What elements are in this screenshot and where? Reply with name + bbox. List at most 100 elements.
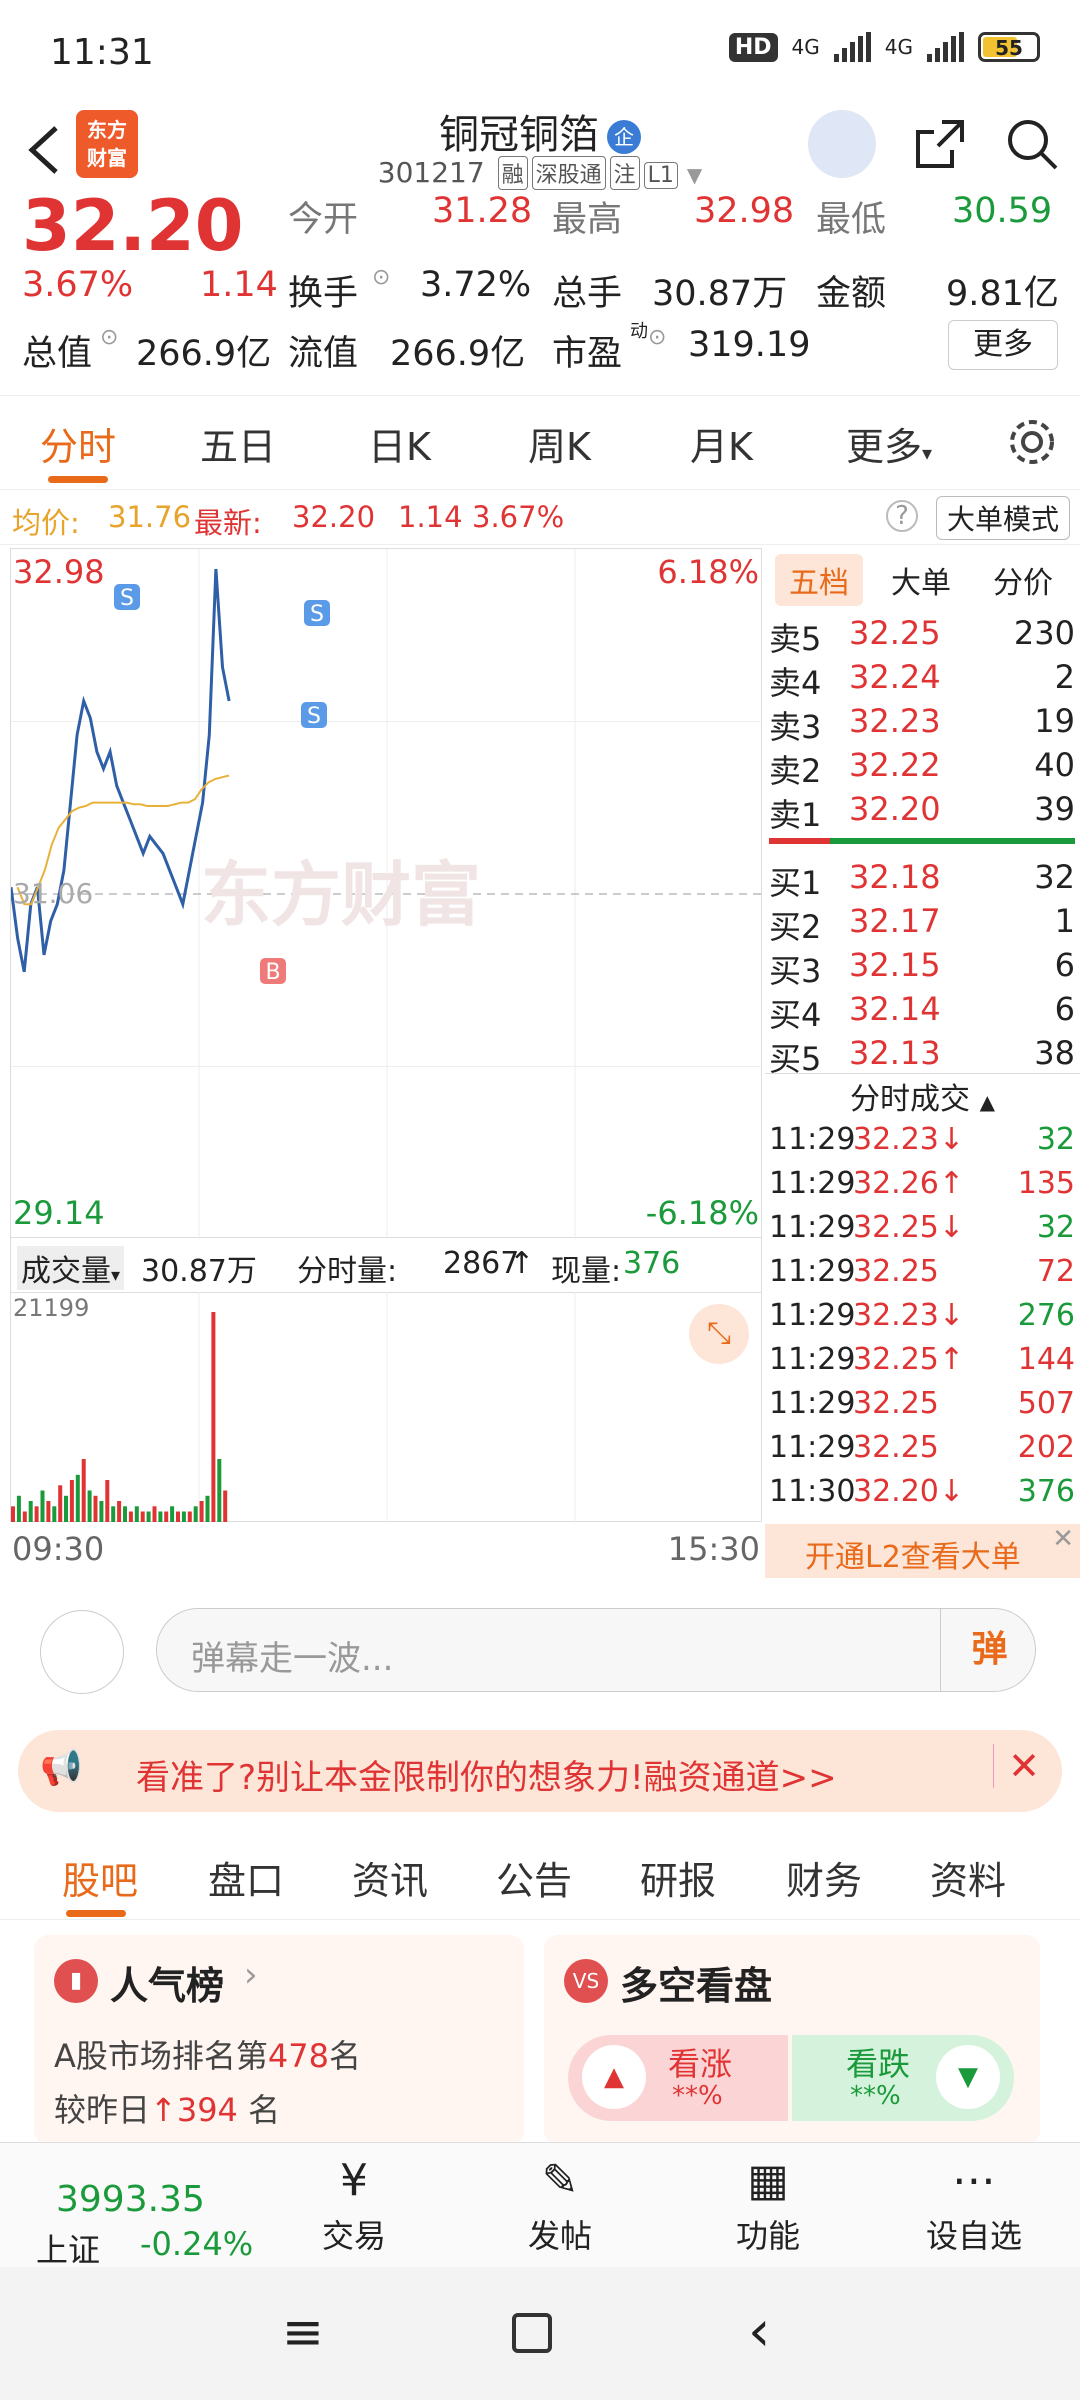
tab-monthly-k[interactable]: 月K <box>690 416 753 471</box>
settings-gear-icon[interactable] <box>1006 416 1058 468</box>
volume-bar <box>164 1511 169 1522</box>
tab-price-dist[interactable]: 分价 <box>993 558 1053 602</box>
tab-orderbook[interactable]: 盘口 <box>208 1850 284 1905</box>
ask-volume: 19 <box>1034 702 1075 740</box>
time-start: 09:30 <box>12 1530 105 1568</box>
expand-icon[interactable]: ⤡ <box>689 1304 749 1364</box>
danmu-list-icon[interactable] <box>40 1610 124 1694</box>
ticks-title[interactable]: 分时成交 ▲ <box>765 1073 1080 1123</box>
volume-bar <box>105 1480 110 1522</box>
tab-finance[interactable]: 财务 <box>786 1850 862 1905</box>
tick-price: 32.25 <box>853 1254 939 1289</box>
bid-price: 32.18 <box>849 858 941 896</box>
bull-button[interactable]: ▲ 看涨 **% <box>568 2035 788 2121</box>
tab-research[interactable]: 研报 <box>640 1850 716 1905</box>
home-icon[interactable] <box>512 2313 552 2353</box>
latest-percent: 3.67% <box>472 500 565 534</box>
intraday-chart[interactable]: S S S B 32.98 29.14 6.18% -6.18% 31.06 东方财富 <box>9 548 763 1239</box>
big-order-mode-button[interactable]: 大单模式 <box>935 496 1070 540</box>
bid-row: 买3 32.15 6 <box>769 946 1075 990</box>
tab-profile[interactable]: 资料 <box>930 1850 1006 1905</box>
tab-five-day[interactable]: 五日 <box>200 416 276 471</box>
signal-icon-2 <box>927 32 964 62</box>
tick-price: 32.23↓ <box>853 1298 965 1333</box>
back-nav-icon[interactable]: ‹ <box>748 2299 770 2364</box>
tab-big-orders[interactable]: 大单 <box>891 558 951 602</box>
high-label: 最高 <box>552 200 623 240</box>
yen-icon: ¥ <box>340 2155 368 2206</box>
ask-level: 卖5 <box>769 620 822 658</box>
axis-max-price: 32.98 <box>13 553 105 591</box>
volume-bar <box>181 1511 186 1522</box>
tab-daily-k[interactable]: 日K <box>368 416 431 471</box>
prev-close-label: 31.06 <box>13 877 94 910</box>
close-icon[interactable]: ✕ <box>1052 1524 1074 1554</box>
status-bar: 11:31 HD 4G 4G 55 <box>0 0 1080 100</box>
nav-trade[interactable]: ¥ 交易 <box>284 2155 424 2257</box>
volume-chart[interactable]: 21199 ⤡ <box>10 1292 762 1523</box>
mcap-label: 总值 <box>22 334 93 374</box>
tab-news[interactable]: 资讯 <box>352 1850 428 1905</box>
axis-min-pct: -6.18% <box>645 1194 759 1232</box>
tab-announcements[interactable]: 公告 <box>496 1850 572 1905</box>
more-icon: ⋯ <box>952 2155 996 2206</box>
tab-five-levels[interactable]: 五档 <box>775 554 863 606</box>
arrow-up-icon: ▲ <box>582 2045 646 2109</box>
assistant-avatar[interactable] <box>808 110 876 178</box>
ask-price: 32.24 <box>849 658 941 696</box>
tab-more[interactable]: 更多▾ <box>846 416 932 471</box>
volume-bar <box>11 1506 15 1523</box>
chevron-right-icon: › <box>244 1955 258 1995</box>
ask-row: 卖3 32.23 19 <box>769 702 1075 746</box>
help-icon[interactable]: ? <box>886 500 918 532</box>
network-label-2: 4G <box>884 35 913 59</box>
more-quote-button[interactable]: 更多 <box>948 320 1058 370</box>
volume-bar <box>140 1511 145 1522</box>
rank-line-1: A股市场排名第478名 <box>54 2037 361 2075</box>
index-value[interactable]: 3993.35 <box>56 2179 205 2220</box>
bid-level: 买3 <box>769 952 822 990</box>
tag-registered: 注 <box>609 156 640 190</box>
tick-price: 32.25 <box>853 1430 939 1465</box>
bid-volume: 38 <box>1034 1034 1075 1072</box>
chevron-down-icon: ▼ <box>686 163 703 187</box>
nav-post[interactable]: ✎ 发帖 <box>490 2155 630 2257</box>
pe-value: 319.19 <box>688 325 811 365</box>
tick-time: 11:30 <box>769 1474 856 1509</box>
tab-intraday[interactable]: 分时 <box>40 416 116 471</box>
info-icon: ⊙ <box>648 325 667 350</box>
tick-row: 11:30 32.20↓ 376 <box>769 1474 1075 1518</box>
search-icon[interactable] <box>1004 116 1060 172</box>
volume-bar <box>146 1511 151 1522</box>
tab-weekly-k[interactable]: 周K <box>528 416 591 471</box>
tick-price: 32.25↑ <box>853 1342 965 1377</box>
intraday-info-line: 均价: 31.76 最新: 32.20 1.14 3.67% ? 大单模式 <box>0 490 1080 545</box>
nav-add-watchlist[interactable]: ⋯ 设自选 <box>904 2155 1044 2257</box>
bear-button[interactable]: 看跌 **% ▼ <box>792 2035 1014 2121</box>
tick-row: 11:29 32.26↑ 135 <box>769 1166 1075 1210</box>
rank-line-2: 较昨日↑394 名 <box>54 2091 281 2129</box>
volume-type-select[interactable]: 成交量▾ <box>17 1246 125 1290</box>
danmu-input[interactable]: 弹幕走一波... <box>156 1608 1036 1692</box>
danmu-send-button[interactable]: 弹 <box>940 1608 1038 1692</box>
promo-text: 看准了?别让本金限制你的想象力!融资通道>> <box>136 1758 837 1798</box>
menu-icon[interactable]: ≡ <box>282 2303 324 2361</box>
current-volume: 376 <box>623 1246 681 1281</box>
tick-volume: 144 <box>1017 1342 1075 1377</box>
tab-forum[interactable]: 股吧 <box>62 1850 138 1905</box>
nav-function[interactable]: ▦ 功能 <box>698 2155 838 2257</box>
arrow-down-icon: ▼ <box>936 2045 1000 2109</box>
bottom-nav: 3993.35 上证 -0.24% ¥ 交易 ✎ 发帖 ▦ 功能 ⋯ 设自选 <box>0 2142 1080 2269</box>
tick-time: 11:29 <box>769 1430 856 1465</box>
close-icon[interactable]: ✕ <box>993 1744 1040 1788</box>
volume-value: 30.87万 <box>652 274 788 314</box>
promo-banner[interactable]: 📢 看准了?别让本金限制你的想象力!融资通道>> ✕ <box>18 1730 1062 1812</box>
tick-row: 11:29 32.25↑ 144 <box>769 1342 1075 1386</box>
volume-total: 30.87万 <box>141 1254 257 1289</box>
low-value: 30.59 <box>952 191 1053 231</box>
l2-upsell[interactable]: 开通L2查看大单 ✕ <box>765 1524 1080 1578</box>
tick-time: 11:29 <box>769 1122 856 1157</box>
share-icon[interactable] <box>912 116 968 172</box>
popularity-card[interactable]: ▮ 人气榜 › A股市场排名第478名 较昨日↑394 名 <box>34 1935 524 2145</box>
bid-row: 买2 32.17 1 <box>769 902 1075 946</box>
